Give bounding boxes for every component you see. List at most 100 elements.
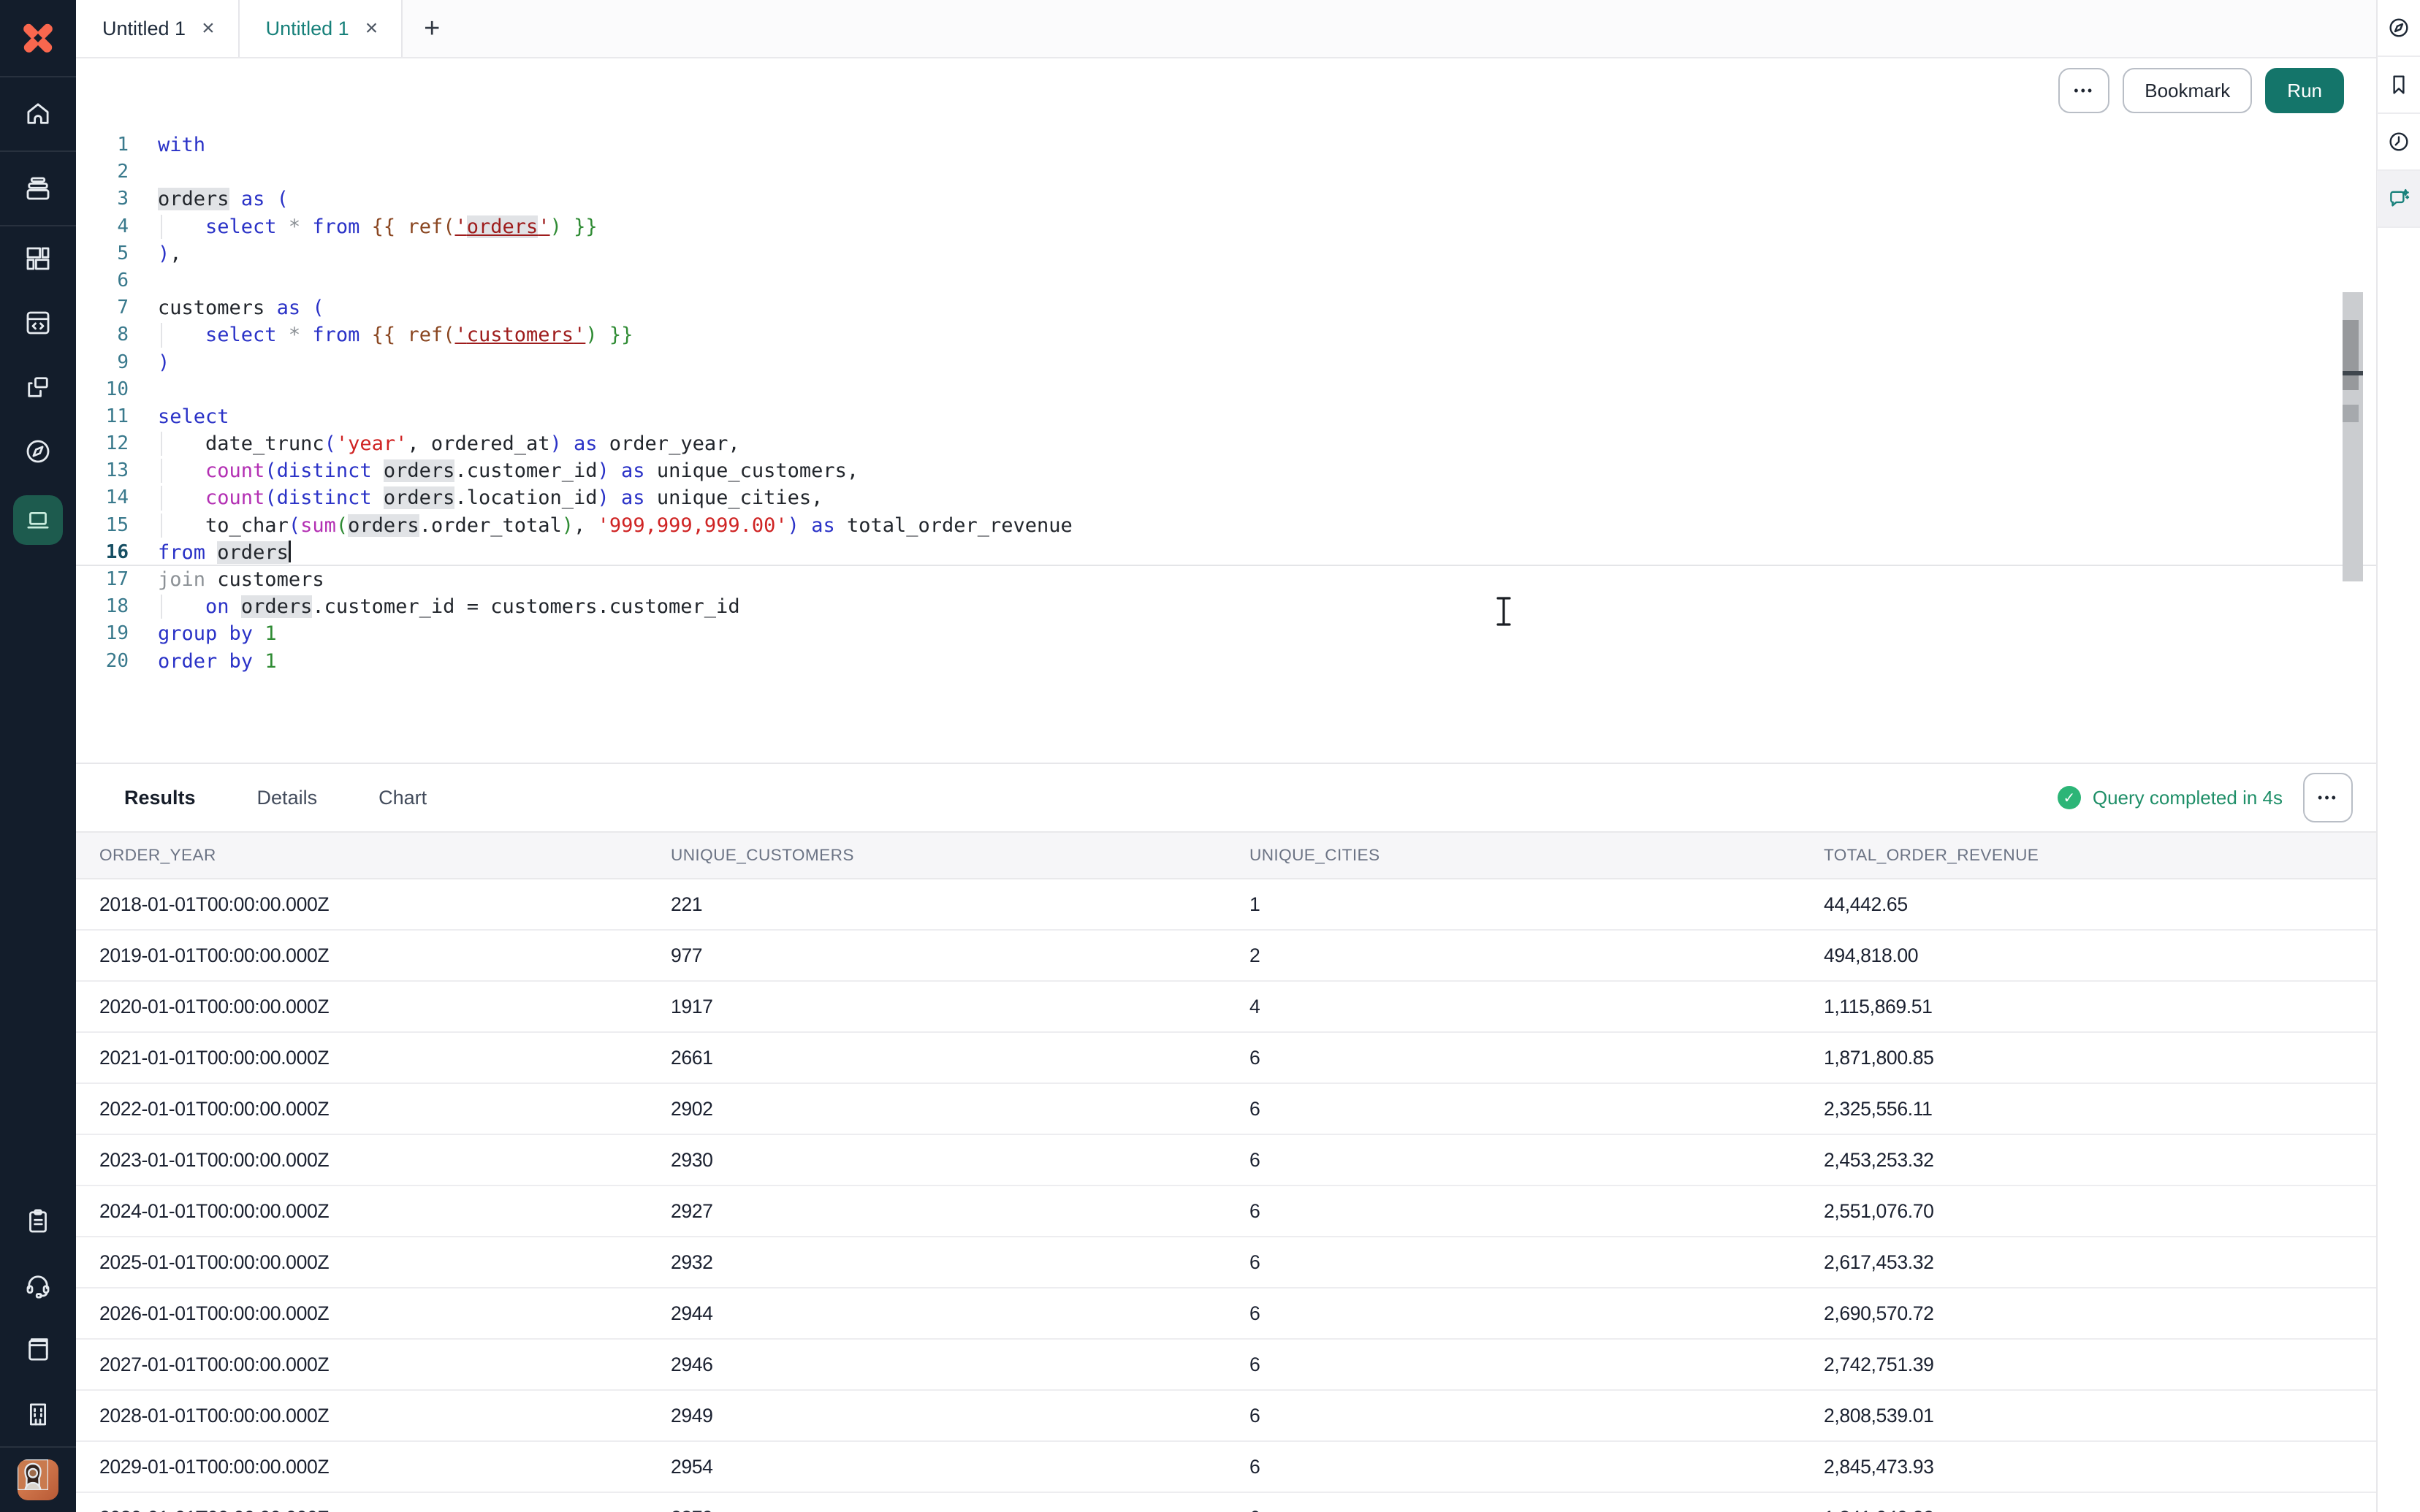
sidebar-item-ide-active[interactable] bbox=[0, 484, 76, 557]
table-row[interactable]: 2026-01-01T00:00:00.000Z294462,690,570.7… bbox=[76, 1288, 2376, 1340]
table-cell: 2030-01-01T00:00:00.000Z bbox=[99, 1507, 671, 1512]
code-line[interactable]: 6 bbox=[76, 267, 2376, 294]
code-line[interactable]: 16from orders bbox=[76, 539, 2376, 566]
scrollbar-thumb[interactable] bbox=[2343, 320, 2359, 371]
code-line[interactable]: 13 count(distinct orders.customer_id) as… bbox=[76, 457, 2376, 484]
table-row[interactable]: 2030-01-01T00:00:00.000Z287961,841,049.3… bbox=[76, 1493, 2376, 1512]
tab-untitled-1[interactable]: Untitled 1 × bbox=[76, 0, 240, 57]
table-cell: 2949 bbox=[671, 1405, 1249, 1427]
bookmark-button[interactable]: Bookmark bbox=[2123, 68, 2252, 113]
run-button[interactable]: Run bbox=[2265, 68, 2344, 113]
sidebar-item-home[interactable] bbox=[0, 77, 76, 150]
code-line-content: ), bbox=[152, 240, 182, 267]
headset-icon bbox=[23, 1270, 53, 1301]
indent-guide bbox=[161, 486, 162, 510]
cell-toolbar: ••• Bookmark Run bbox=[76, 58, 2376, 123]
sql-editor[interactable]: 1with23orders as (4 select * from {{ ref… bbox=[76, 123, 2376, 763]
table-cell: 494,818.00 bbox=[1824, 944, 2364, 967]
indent-guide bbox=[161, 215, 162, 239]
table-cell: 977 bbox=[671, 944, 1249, 967]
compass-icon bbox=[23, 436, 53, 467]
sidebar-item-code-apps[interactable] bbox=[0, 291, 76, 355]
table-cell: 6 bbox=[1249, 1047, 1824, 1069]
code-line[interactable]: 18 on orders.customer_id = customers.cus… bbox=[76, 593, 2376, 620]
code-line[interactable]: 4 select * from {{ ref('orders') }} bbox=[76, 213, 2376, 240]
code-line[interactable]: 5), bbox=[76, 240, 2376, 267]
table-cell: 2,325,556.11 bbox=[1824, 1098, 2364, 1120]
code-line[interactable]: 1with bbox=[76, 131, 2376, 159]
laptop-icon bbox=[23, 505, 53, 535]
code-line[interactable]: 14 count(distinct orders.location_id) as… bbox=[76, 484, 2376, 511]
tab-untitled-2[interactable]: Untitled 1 × bbox=[240, 0, 403, 57]
code-line[interactable]: 3orders as ( bbox=[76, 186, 2376, 213]
table-cell: 44,442.65 bbox=[1824, 893, 2364, 916]
windows-icon bbox=[23, 372, 53, 402]
table-row[interactable]: 2029-01-01T00:00:00.000Z295462,845,473.9… bbox=[76, 1442, 2376, 1493]
history-button[interactable] bbox=[2377, 114, 2420, 171]
archive-icon bbox=[23, 173, 53, 204]
column-header[interactable]: ORDER_YEAR bbox=[99, 846, 671, 865]
table-row[interactable]: 2018-01-01T00:00:00.000Z221144,442.65 bbox=[76, 879, 2376, 931]
new-tab-button[interactable]: + bbox=[403, 0, 461, 57]
table-row[interactable]: 2025-01-01T00:00:00.000Z293262,617,453.3… bbox=[76, 1237, 2376, 1288]
more-options-button[interactable]: ••• bbox=[2058, 68, 2109, 113]
user-menu[interactable] bbox=[0, 1448, 76, 1512]
tab-results[interactable]: Results bbox=[124, 787, 196, 809]
code-line[interactable]: 20order by 1 bbox=[76, 648, 2376, 675]
code-line[interactable]: 11select bbox=[76, 403, 2376, 430]
close-tab-icon[interactable]: × bbox=[199, 16, 218, 41]
code-line[interactable]: 12 date_trunc('year', ordered_at) as ord… bbox=[76, 430, 2376, 457]
ai-chat-button[interactable] bbox=[2377, 171, 2420, 228]
line-number: 16 bbox=[76, 539, 152, 565]
sidebar-item-components[interactable] bbox=[0, 355, 76, 419]
table-row[interactable]: 2023-01-01T00:00:00.000Z293062,453,253.3… bbox=[76, 1135, 2376, 1186]
clock-icon bbox=[2386, 129, 2411, 154]
indent-guide bbox=[161, 323, 162, 347]
sidebar-item-support[interactable] bbox=[0, 1253, 76, 1318]
tab-details[interactable]: Details bbox=[257, 787, 318, 809]
table-row[interactable]: 2021-01-01T00:00:00.000Z266161,871,800.8… bbox=[76, 1033, 2376, 1084]
code-line-content: count(distinct orders.customer_id) as un… bbox=[152, 457, 859, 484]
table-row[interactable]: 2028-01-01T00:00:00.000Z294962,808,539.0… bbox=[76, 1391, 2376, 1442]
code-line[interactable]: 7customers as ( bbox=[76, 294, 2376, 321]
column-header[interactable]: UNIQUE_CUSTOMERS bbox=[671, 846, 1249, 865]
right-sidebar bbox=[2376, 0, 2420, 1512]
table-cell: 2028-01-01T00:00:00.000Z bbox=[99, 1405, 671, 1427]
layout-grid-icon bbox=[23, 243, 53, 274]
tab-label: Untitled 1 bbox=[266, 18, 349, 40]
code-line[interactable]: 10 bbox=[76, 376, 2376, 403]
success-check-icon: ✓ bbox=[2058, 786, 2081, 809]
sidebar-item-organization[interactable] bbox=[0, 1382, 76, 1446]
sidebar-item-changelog[interactable] bbox=[0, 1189, 76, 1253]
sidebar-item-apps[interactable] bbox=[0, 226, 76, 291]
table-row[interactable]: 2020-01-01T00:00:00.000Z191741,115,869.5… bbox=[76, 982, 2376, 1033]
hex-logo[interactable] bbox=[0, 0, 76, 76]
code-line[interactable]: 17join customers bbox=[76, 566, 2376, 593]
table-cell: 2,742,751.39 bbox=[1824, 1353, 2364, 1376]
close-tab-icon[interactable]: × bbox=[362, 16, 381, 41]
table-cell: 2,845,473.93 bbox=[1824, 1456, 2364, 1478]
editor-scrollbar[interactable] bbox=[2343, 292, 2363, 581]
results-more-button[interactable]: ••• bbox=[2303, 773, 2353, 822]
table-row[interactable]: 2024-01-01T00:00:00.000Z292762,551,076.7… bbox=[76, 1186, 2376, 1237]
column-header[interactable]: TOTAL_ORDER_REVENUE bbox=[1824, 846, 2364, 865]
sidebar-item-explore[interactable] bbox=[0, 419, 76, 484]
table-row[interactable]: 2022-01-01T00:00:00.000Z290262,325,556.1… bbox=[76, 1084, 2376, 1135]
tab-chart[interactable]: Chart bbox=[378, 787, 427, 809]
table-row[interactable]: 2027-01-01T00:00:00.000Z294662,742,751.3… bbox=[76, 1340, 2376, 1391]
explore-button[interactable] bbox=[2377, 0, 2420, 57]
table-row[interactable]: 2019-01-01T00:00:00.000Z9772494,818.00 bbox=[76, 931, 2376, 982]
table-header-row: ORDER_YEARUNIQUE_CUSTOMERSUNIQUE_CITIEST… bbox=[76, 831, 2376, 879]
table-cell: 2027-01-01T00:00:00.000Z bbox=[99, 1353, 671, 1376]
table-cell: 2023-01-01T00:00:00.000Z bbox=[99, 1149, 671, 1172]
code-line[interactable]: 2 bbox=[76, 159, 2376, 186]
code-line[interactable]: 19group by 1 bbox=[76, 620, 2376, 647]
code-line[interactable]: 8 select * from {{ ref('customers') }} bbox=[76, 321, 2376, 348]
code-line[interactable]: 15 to_char(sum(orders.order_total), '999… bbox=[76, 512, 2376, 539]
sidebar-item-docs[interactable] bbox=[0, 1318, 76, 1382]
column-header[interactable]: UNIQUE_CITIES bbox=[1249, 846, 1824, 865]
bookmarks-button[interactable] bbox=[2377, 57, 2420, 114]
indent-guide bbox=[161, 459, 162, 483]
code-line[interactable]: 9) bbox=[76, 349, 2376, 376]
sidebar-item-collections[interactable] bbox=[0, 152, 76, 225]
